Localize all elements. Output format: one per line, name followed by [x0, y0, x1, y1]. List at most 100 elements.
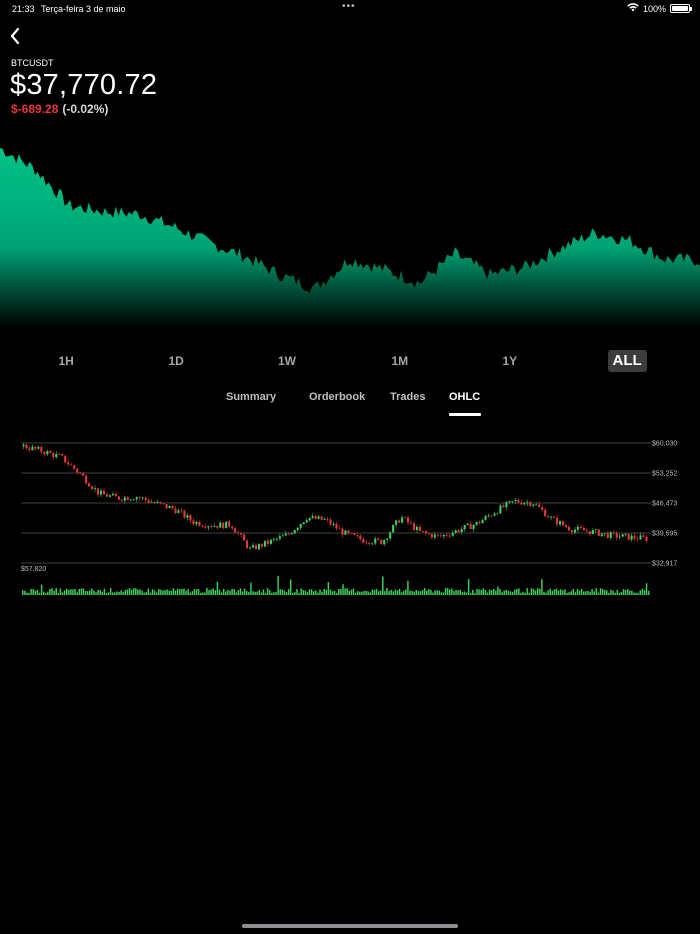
- candle: [559, 520, 562, 527]
- volume-bar: [647, 590, 650, 595]
- candle: [222, 522, 225, 530]
- candle: [237, 530, 240, 536]
- volume-bar: [499, 588, 501, 595]
- volume-bar: [572, 589, 575, 595]
- volume-bar: [91, 588, 93, 595]
- candle: [201, 524, 204, 528]
- volume-bar: [434, 590, 436, 595]
- volume-bar: [237, 590, 240, 595]
- volume-bar: [530, 588, 533, 595]
- volume-bar: [369, 592, 371, 595]
- ohlc-chart[interactable]: $60,030 $53,252 $46,473 $39,695 $32,917 $57,…: [0, 436, 700, 602]
- candle: [281, 533, 284, 537]
- tab-trades[interactable]: Trades: [390, 391, 425, 403]
- candle: [263, 540, 266, 548]
- volume-bar: [191, 591, 194, 595]
- tab-orderbook[interactable]: Orderbook: [309, 391, 365, 403]
- candle: [186, 513, 189, 521]
- volume-bar: [645, 583, 648, 595]
- candle: [374, 536, 377, 546]
- volume-bar: [520, 592, 522, 595]
- volume-bar: [208, 589, 210, 595]
- volume-bar: [118, 592, 120, 595]
- candle: [439, 532, 442, 538]
- volume-bar: [570, 591, 572, 595]
- volume-bar: [453, 591, 455, 595]
- candle: [162, 503, 165, 506]
- volume-bar: [181, 589, 183, 595]
- volume-bar: [93, 590, 95, 595]
- candle: [621, 534, 624, 537]
- volume-bar: [197, 589, 200, 595]
- ticker-symbol: BTCUSDT: [11, 58, 54, 68]
- volume-bar: [501, 592, 503, 595]
- volume-bar: [356, 591, 359, 595]
- status-indicators: 100%: [627, 3, 692, 14]
- candle: [588, 531, 591, 536]
- candle: [126, 496, 129, 501]
- candle: [627, 533, 630, 541]
- volume-bar: [547, 590, 549, 595]
- candle: [246, 539, 249, 550]
- price-area-chart[interactable]: [0, 128, 700, 328]
- back-button[interactable]: [8, 26, 28, 48]
- time-range-selector: 1H 1D 1W 1M 1Y ALL: [0, 350, 700, 372]
- candle: [478, 520, 481, 525]
- candle: [556, 514, 559, 528]
- volume-bar: [344, 588, 346, 595]
- volume-bar: [620, 591, 623, 595]
- candle: [317, 514, 320, 520]
- home-indicator[interactable]: [242, 924, 458, 928]
- volume-bar: [352, 588, 355, 595]
- candle: [329, 517, 332, 527]
- volume-bar: [526, 588, 528, 595]
- volume-bar: [518, 588, 520, 595]
- candle: [508, 500, 511, 505]
- volume-bar: [480, 589, 482, 595]
- tab-ohlc[interactable]: OHLC: [449, 391, 480, 403]
- candle: [254, 543, 258, 551]
- volume-bar: [562, 590, 564, 595]
- volume-bar: [386, 588, 388, 595]
- range-1m[interactable]: 1M: [392, 350, 409, 372]
- volume-bar: [109, 588, 112, 595]
- volume-bar: [428, 589, 430, 595]
- range-1y[interactable]: 1Y: [503, 350, 518, 372]
- volume-bar: [195, 589, 198, 595]
- volume-bar: [474, 592, 476, 595]
- price-change: $-689.28 (-0.02%): [11, 102, 108, 116]
- range-all[interactable]: ALL: [607, 350, 647, 372]
- volume-bar: [599, 588, 602, 595]
- volume-bar: [555, 588, 558, 595]
- volume-bar: [419, 591, 422, 595]
- volume-bar: [258, 589, 261, 595]
- detail-tabs: Summary Orderbook Trades OHLC: [0, 391, 700, 419]
- price-gridlines: [21, 442, 651, 564]
- candle: [633, 532, 636, 541]
- volume-bar: [505, 589, 508, 595]
- volume-bar: [635, 592, 637, 595]
- candle: [275, 537, 278, 542]
- volume-bar: [589, 591, 591, 595]
- volume-bar: [185, 590, 187, 595]
- candle: [380, 539, 383, 545]
- volume-bar: [576, 589, 579, 595]
- tab-summary[interactable]: Summary: [226, 391, 276, 403]
- candle: [135, 496, 138, 502]
- range-1w[interactable]: 1W: [278, 350, 296, 372]
- multitasking-dots[interactable]: •••: [342, 1, 356, 12]
- volume-bar: [643, 590, 646, 595]
- range-1h[interactable]: 1H: [59, 350, 74, 372]
- volume-bar: [243, 588, 246, 595]
- volume-bar: [350, 589, 353, 595]
- chevron-left-icon: [10, 27, 20, 45]
- candle: [520, 499, 523, 506]
- candle: [61, 453, 64, 457]
- candle: [302, 522, 305, 525]
- volume-bar: [346, 588, 348, 595]
- volume-bar: [130, 589, 133, 595]
- range-1d[interactable]: 1D: [169, 350, 184, 372]
- candle: [448, 533, 451, 539]
- volume-bar: [319, 589, 321, 595]
- candle: [123, 495, 126, 504]
